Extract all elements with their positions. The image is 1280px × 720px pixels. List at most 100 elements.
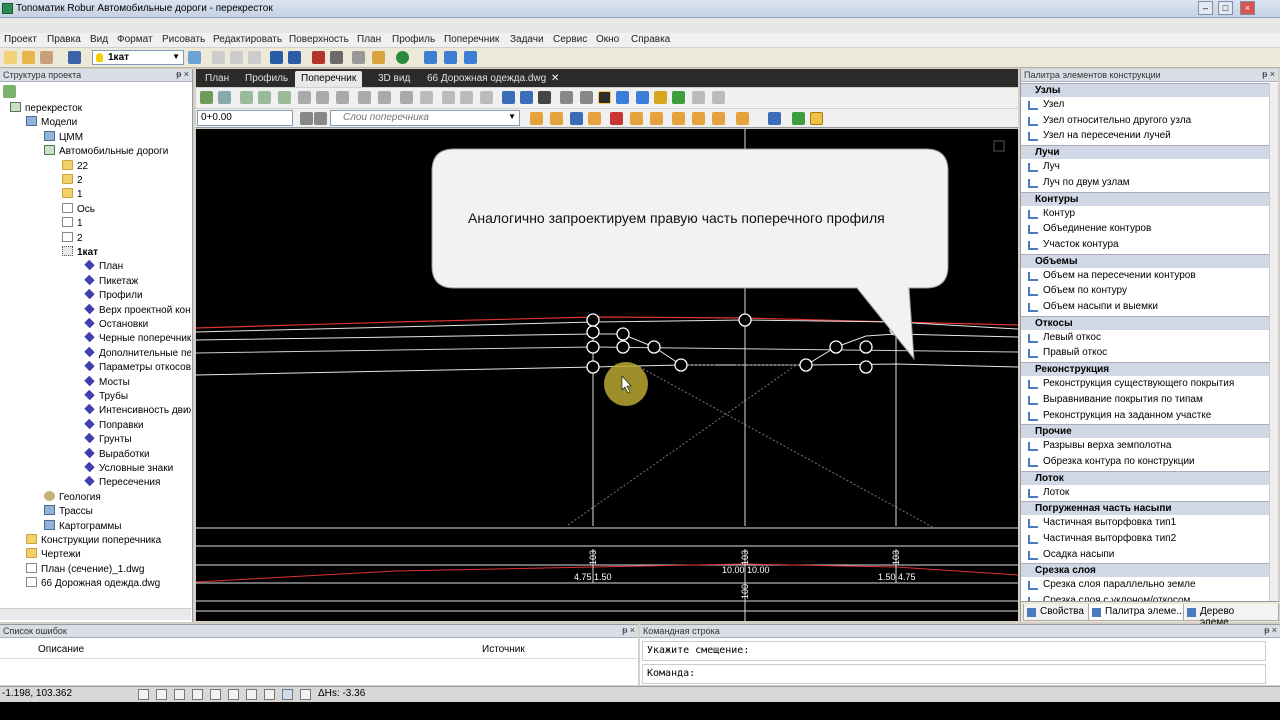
menu-profile[interactable]: Профиль	[392, 34, 435, 45]
export-icon[interactable]	[580, 91, 593, 104]
active-tool-icon[interactable]	[810, 112, 823, 125]
gap-icon[interactable]	[420, 91, 433, 104]
dynamic-icon[interactable]	[282, 689, 293, 700]
menu-window[interactable]: Окно	[596, 34, 619, 45]
tree-item[interactable]: Условные знаки	[84, 461, 173, 475]
tree-item[interactable]: Мосты	[84, 375, 130, 389]
tree-item[interactable]: План	[84, 260, 123, 273]
slope-left-icon[interactable]	[298, 91, 311, 104]
globe-icon[interactable]	[396, 51, 409, 64]
menu-plan[interactable]: План	[357, 34, 381, 45]
tab-close-icon[interactable]: ✕	[545, 71, 565, 87]
paste-icon[interactable]	[248, 51, 261, 64]
palette-group-header[interactable]: Срезка слоя	[1021, 563, 1269, 578]
palette-group-header[interactable]: Лучи	[1021, 145, 1269, 160]
tree-item[interactable]: 1	[62, 188, 83, 201]
reconstruct-icon[interactable]	[358, 91, 371, 104]
menu-format[interactable]: Формат	[117, 34, 153, 45]
grid-icon[interactable]	[460, 91, 473, 104]
pin-icon[interactable]: ᵽ ×	[1262, 69, 1275, 79]
palette-item[interactable]: Участок контура	[1021, 238, 1269, 253]
tab-profile[interactable]: Профиль	[239, 71, 294, 87]
tree-item[interactable]: Модели	[26, 116, 77, 129]
tree-item[interactable]: перекресток	[10, 102, 82, 115]
lineweight-icon[interactable]	[300, 689, 311, 700]
tree-item[interactable]: Дополнительные пер	[84, 346, 191, 360]
palette-item[interactable]: Объем на пересечении контуров	[1021, 269, 1269, 284]
menu-tasks[interactable]: Задачи	[510, 34, 544, 45]
palette-group-header[interactable]: Откосы	[1021, 315, 1269, 330]
pencil-icon[interactable]	[424, 51, 437, 64]
tree-item[interactable]: Параметры откосов	[84, 360, 191, 374]
zoom-icon[interactable]	[330, 51, 343, 64]
menu-modify[interactable]: Редактировать	[213, 34, 282, 45]
osnap-icon[interactable]	[210, 689, 221, 700]
tools-icon[interactable]	[312, 51, 325, 64]
menu-surface[interactable]: Поверхность	[289, 34, 349, 45]
tree-item[interactable]: Чертежи	[26, 548, 81, 561]
palette-group-header[interactable]: Лоток	[1021, 470, 1269, 485]
palette-group-header[interactable]: Погруженная часть насыпи	[1021, 501, 1269, 516]
tab-cross-section[interactable]: Поперечник	[295, 71, 363, 87]
palette-item[interactable]: Лоток	[1021, 486, 1269, 501]
palette-item[interactable]: Разрывы верха земполотна	[1021, 439, 1269, 454]
copy-layer-icon[interactable]	[570, 112, 583, 125]
slope-icon[interactable]	[650, 112, 663, 125]
compare-icon[interactable]	[692, 91, 705, 104]
arrow-down-icon[interactable]	[300, 112, 313, 125]
menu-help[interactable]: Справка	[631, 34, 670, 45]
tree-item[interactable]: 2	[62, 174, 83, 187]
tree-item[interactable]: Картограммы	[44, 519, 121, 533]
tree-item[interactable]: ЦММ	[44, 130, 83, 144]
new-icon[interactable]	[4, 51, 17, 64]
tree-item[interactable]: Интенсивность движ	[84, 404, 191, 417]
palette-group-header[interactable]: Объемы	[1021, 253, 1269, 268]
command-input[interactable]: Команда:	[642, 664, 1266, 684]
tree-item[interactable]: 66 Дорожная одежда.dwg	[26, 577, 160, 590]
tab-properties[interactable]: Свойства	[1023, 604, 1089, 621]
palette-item[interactable]: Луч	[1021, 160, 1269, 175]
tree-item[interactable]: Остановки	[84, 317, 148, 331]
palette-item[interactable]: Узел относительно другого узла	[1021, 114, 1269, 129]
open-icon[interactable]	[22, 51, 35, 64]
polar-icon[interactable]	[192, 689, 203, 700]
pin-icon[interactable]: ᵽ ×	[622, 625, 635, 635]
snap-icon[interactable]	[138, 689, 149, 700]
layer-cut-icon[interactable]	[336, 91, 349, 104]
contour-tool-icon[interactable]	[240, 91, 253, 104]
tree-item[interactable]: Профили	[84, 288, 143, 302]
tray-icon[interactable]	[400, 91, 413, 104]
tab-drawing[interactable]: 66 Дорожная одежда.dwg	[421, 71, 552, 87]
pin-icon[interactable]: ᵽ ×	[176, 69, 189, 79]
settings-icon[interactable]	[712, 91, 725, 104]
palette-item[interactable]: Частичная выторфовка тип1	[1021, 516, 1269, 531]
palette-item[interactable]: Срезка слоя с уклоном/откосом	[1021, 594, 1269, 601]
palette-item[interactable]: Правый откос	[1021, 346, 1269, 361]
angle-icon[interactable]	[228, 689, 239, 700]
tree-item[interactable]: Выработки	[84, 447, 150, 461]
brush-icon[interactable]	[464, 51, 477, 64]
crosshair-icon[interactable]	[264, 689, 275, 700]
report-icon[interactable]	[372, 51, 385, 64]
info-icon[interactable]	[616, 91, 629, 104]
camera-icon[interactable]	[598, 91, 611, 104]
vertical-scrollbar[interactable]	[1269, 83, 1278, 601]
palette-item[interactable]: Срезка слоя параллельно земле	[1021, 578, 1269, 593]
tree-item[interactable]: 2	[62, 231, 83, 245]
redo-section-icon[interactable]	[792, 112, 805, 125]
column-description[interactable]: Описание	[34, 641, 88, 659]
edit-icon[interactable]	[654, 91, 667, 104]
tree-item[interactable]: Трассы	[44, 505, 93, 518]
palette-item[interactable]: Обрезка контура по конструкции	[1021, 455, 1269, 470]
node-tool-icon[interactable]	[200, 91, 213, 104]
minimize-button[interactable]: –	[1198, 1, 1213, 15]
delete-icon[interactable]	[550, 112, 563, 125]
mirror-icon[interactable]	[768, 112, 781, 125]
tab-plan[interactable]: План	[199, 71, 235, 87]
tab-palette[interactable]: Палитра элеме...	[1088, 604, 1190, 621]
palette-item[interactable]: Реконструкция существующего покрытия	[1021, 377, 1269, 392]
open-folder-icon[interactable]	[40, 51, 53, 64]
tree-item[interactable]: Конструкции поперечника	[26, 534, 161, 547]
tree-item[interactable]: Автомобильные дороги	[44, 145, 168, 158]
menu-view[interactable]: Вид	[90, 34, 108, 45]
